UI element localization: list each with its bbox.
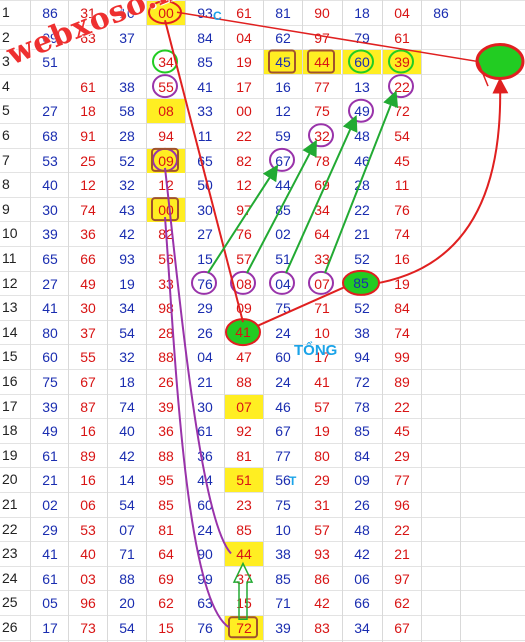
red-curve-arrow: [378, 77, 509, 284]
purple-circle-marker: [152, 74, 178, 99]
red-line: [176, 11, 489, 87]
red-line: [256, 285, 346, 328]
green-oval-target: [475, 43, 525, 80]
purple-circle-marker: [152, 147, 178, 172]
tong-label: TỔNG: [294, 342, 338, 359]
purple-circle-marker: [388, 74, 414, 99]
purple-curve: [164, 217, 230, 629]
purple-circle-marker: [308, 270, 334, 295]
green-arrow: [285, 115, 358, 274]
c-label: C: [213, 9, 222, 23]
square-marker: [268, 49, 296, 74]
green-arrow: [246, 139, 317, 274]
oval-number-text: 85: [353, 275, 369, 291]
purple-circle-marker: [308, 123, 334, 148]
purple-circle-marker: [269, 270, 295, 295]
purple-circle-marker: [269, 147, 295, 172]
annotation-overlay: 85 41: [148, 0, 525, 639]
square-marker: [228, 616, 258, 639]
square-marker: [307, 49, 335, 74]
green-up-arrow: [232, 561, 254, 621]
green-circle-marker: [348, 49, 374, 74]
purple-circle-marker: [191, 270, 217, 295]
purple-circle-marker: [348, 98, 374, 123]
green-arrow: [207, 164, 279, 274]
oval-number-text: 41: [235, 324, 251, 340]
green-circle-marker: [388, 49, 414, 74]
t-label: T: [289, 474, 297, 488]
square-marker: [151, 197, 179, 222]
